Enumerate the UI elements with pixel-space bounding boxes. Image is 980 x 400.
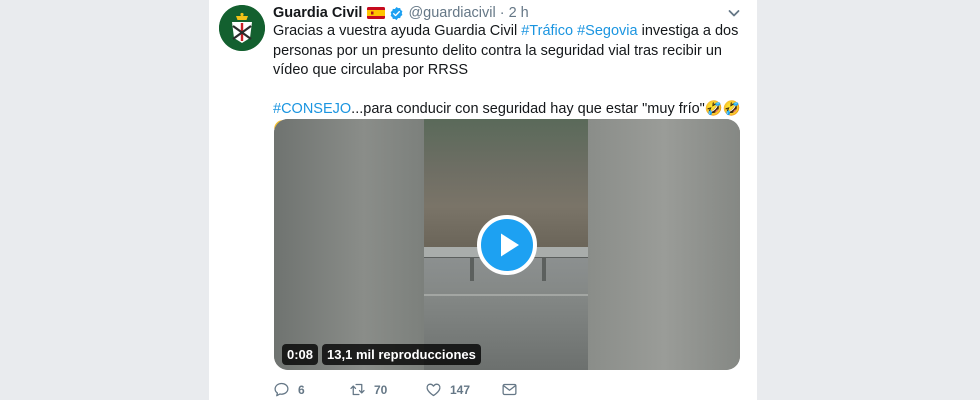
retweet-icon xyxy=(350,383,365,396)
video-guardrail-post xyxy=(542,257,546,281)
author-name[interactable]: Guardia Civil xyxy=(273,5,362,21)
chevron-down-icon[interactable] xyxy=(727,6,741,20)
tweet-paragraph-1: Gracias a vuestra ayuda Guardia Civil #T… xyxy=(273,22,743,81)
verified-badge-icon xyxy=(389,6,404,21)
text-segment: ...para conducir con seguridad hay que e… xyxy=(351,101,705,117)
video-blur-left xyxy=(274,119,424,370)
hashtag-consejo[interactable]: #CONSEJO xyxy=(273,101,351,117)
video-duration: 0:08 xyxy=(282,344,319,365)
direct-message-action[interactable] xyxy=(501,381,518,398)
message-icon xyxy=(502,383,517,396)
guardia-civil-emblem-icon xyxy=(219,5,265,51)
retweet-action[interactable]: 70 xyxy=(349,381,425,398)
retweet-count: 70 xyxy=(374,382,388,397)
tweet-actions: 6 70 147 xyxy=(273,381,518,398)
like-count: 147 xyxy=(450,382,471,397)
tweet-card: Guardia Civil @guardiacivil · 2 h Gracia… xyxy=(209,0,757,400)
hashtag-segovia[interactable]: #Segovia xyxy=(577,23,637,39)
reply-count: 6 xyxy=(298,382,305,397)
video-guardrail-post xyxy=(470,257,474,281)
tweet-header: Guardia Civil @guardiacivil · 2 h xyxy=(273,3,743,23)
video-badges: 0:08 13,1 mil reproducciones xyxy=(282,344,481,365)
reply-action[interactable]: 6 xyxy=(273,381,349,398)
reply-icon xyxy=(274,382,289,397)
play-button[interactable] xyxy=(477,215,537,275)
like-action[interactable]: 147 xyxy=(425,381,501,398)
separator-dot: · xyxy=(499,5,505,21)
text-segment: Gracias a vuestra ayuda Guardia Civil xyxy=(273,23,522,39)
video-views: 13,1 mil reproducciones xyxy=(322,344,481,365)
video-player[interactable]: 0:08 13,1 mil reproducciones xyxy=(274,119,740,370)
like-icon xyxy=(426,383,441,397)
hashtag-trafico[interactable]: #Tráfico xyxy=(521,23,573,39)
timestamp[interactable]: 2 h xyxy=(509,5,529,21)
video-blur-right xyxy=(588,119,740,370)
video-road-line xyxy=(424,294,588,296)
avatar[interactable] xyxy=(219,5,265,51)
play-icon xyxy=(501,233,519,257)
spain-flag-icon xyxy=(367,7,386,19)
author-handle[interactable]: @guardiacivil xyxy=(408,5,495,21)
